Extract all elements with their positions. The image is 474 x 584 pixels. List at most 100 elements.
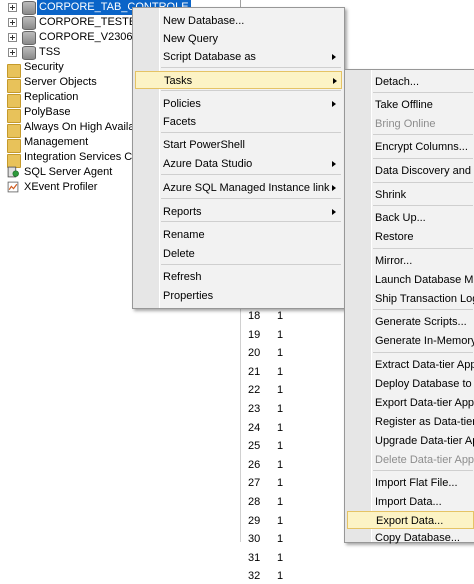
tasks-item-register-as-data-tier-ap[interactable]: Register as Data-tier Ap bbox=[347, 413, 474, 431]
row-number: 23 bbox=[248, 403, 261, 415]
menu-item-policies[interactable]: Policies bbox=[135, 95, 342, 113]
tree-item-label: SQL Server Agent bbox=[24, 166, 113, 178]
xevent-profiler-icon bbox=[7, 181, 19, 193]
database-context-menu: New Database... New Query Script Database … bbox=[132, 7, 345, 309]
menu-item-azure-sql-managed-instance-link[interactable]: Azure SQL Managed Instance link bbox=[135, 179, 342, 197]
table-row[interactable]: 29 1 bbox=[241, 513, 361, 529]
table-row[interactable]: 28 1 bbox=[241, 494, 361, 510]
cell-value: 1 bbox=[277, 458, 284, 471]
table-row[interactable]: 26 1 bbox=[241, 457, 361, 473]
table-row[interactable]: 19 1 bbox=[241, 327, 361, 343]
tasks-item-take-offline[interactable]: Take Offline bbox=[347, 96, 474, 114]
cell-value: 1 bbox=[277, 310, 284, 322]
tasks-item-encrypt-columns[interactable]: Encrypt Columns... bbox=[347, 138, 474, 156]
table-row[interactable]: 31 1 bbox=[241, 550, 361, 566]
row-number: 21 bbox=[248, 365, 261, 378]
cell-value: 1 bbox=[277, 551, 284, 564]
cell-value: 1 bbox=[277, 533, 284, 546]
menu-separator bbox=[373, 309, 473, 310]
menu-item-reports[interactable]: Reports bbox=[135, 203, 342, 221]
table-row[interactable]: 20 1 bbox=[241, 345, 361, 361]
menu-separator bbox=[373, 248, 473, 249]
tasks-item-export-data-tier-applic[interactable]: Export Data-tier Applic bbox=[347, 394, 474, 412]
table-row[interactable]: 22 1 bbox=[241, 382, 361, 398]
menu-separator bbox=[161, 90, 341, 91]
tasks-item-generate-scripts[interactable]: Generate Scripts... bbox=[347, 313, 474, 331]
menu-item-label: Generate Scripts... bbox=[375, 316, 467, 328]
menu-item-label: Data Discovery and Cla bbox=[375, 165, 474, 177]
menu-item-label: New Database... bbox=[163, 15, 245, 27]
tasks-item-delete-data-tier-applic: Delete Data-tier Applic bbox=[347, 451, 474, 469]
menu-item-label: Refresh bbox=[163, 271, 202, 283]
menu-item-script-database-as[interactable]: Script Database as bbox=[135, 48, 342, 66]
menu-item-label: Take Offline bbox=[375, 99, 433, 111]
menu-item-properties[interactable]: Properties bbox=[135, 287, 342, 305]
tasks-item-restore[interactable]: Restore bbox=[347, 228, 474, 246]
tasks-item-import-flat-file[interactable]: Import Flat File... bbox=[347, 474, 474, 492]
tasks-item-deploy-database-to-mi[interactable]: Deploy Database to Mi bbox=[347, 375, 474, 393]
menu-item-label: Bring Online bbox=[375, 118, 436, 130]
cell-value: 1 bbox=[277, 514, 284, 527]
tasks-item-data-discovery-and-cla[interactable]: Data Discovery and Cla bbox=[347, 162, 474, 180]
cell-value: 1 bbox=[277, 365, 284, 378]
tasks-item-ship-transaction-logs[interactable]: Ship Transaction Logs... bbox=[347, 290, 474, 308]
menu-item-refresh[interactable]: Refresh bbox=[135, 268, 342, 286]
expand-icon[interactable] bbox=[8, 48, 17, 57]
expand-icon[interactable] bbox=[8, 18, 17, 27]
menu-item-rename[interactable]: Rename bbox=[135, 226, 342, 244]
tree-item-label: XEvent Profiler bbox=[24, 181, 98, 193]
tasks-item-import-data[interactable]: Import Data... bbox=[347, 493, 474, 511]
menu-separator bbox=[373, 352, 473, 353]
expand-icon[interactable] bbox=[8, 33, 17, 42]
menu-item-label: Generate In-Memory O bbox=[375, 335, 474, 347]
table-row[interactable]: 18 1 bbox=[241, 308, 361, 324]
menu-item-new-database[interactable]: New Database... bbox=[135, 12, 342, 30]
table-row[interactable]: 32 1 bbox=[241, 568, 361, 584]
tasks-item-upgrade-data-tier-appl[interactable]: Upgrade Data-tier Appl bbox=[347, 432, 474, 450]
row-number: 20 bbox=[248, 347, 261, 360]
menu-item-facets[interactable]: Facets bbox=[135, 113, 342, 131]
menu-separator bbox=[161, 221, 341, 222]
tasks-item-launch-database-mirro[interactable]: Launch Database Mirro bbox=[347, 271, 474, 289]
table-row[interactable]: 21 1 bbox=[241, 364, 361, 380]
menu-separator bbox=[161, 264, 341, 265]
tasks-item-shrink[interactable]: Shrink bbox=[347, 186, 474, 204]
menu-item-delete[interactable]: Delete bbox=[135, 245, 342, 263]
submenu-arrow-icon bbox=[332, 161, 336, 167]
menu-item-new-query[interactable]: New Query bbox=[135, 30, 342, 48]
menu-item-label: Back Up... bbox=[375, 212, 426, 224]
menu-item-label: Azure SQL Managed Instance link bbox=[163, 182, 330, 194]
table-row[interactable]: 25 1 bbox=[241, 438, 361, 454]
row-number: 24 bbox=[248, 421, 261, 434]
menu-separator bbox=[373, 205, 473, 206]
menu-item-start-powershell[interactable]: Start PowerShell bbox=[135, 136, 342, 154]
tree-item-label: Management bbox=[24, 136, 89, 148]
menu-separator bbox=[373, 182, 473, 183]
menu-item-label: Rename bbox=[163, 229, 205, 241]
tasks-item-mirror[interactable]: Mirror... bbox=[347, 252, 474, 270]
results-grid: 18 1 19 1 20 1 21 1 22 1 23 1 24 1 25 1 26 1 27 1 28 1 29 1 30 1 3… bbox=[240, 270, 361, 582]
table-row[interactable]: 24 1 bbox=[241, 420, 361, 436]
tasks-item-copy-database[interactable]: Copy Database... bbox=[347, 529, 474, 547]
database-icon bbox=[22, 1, 36, 15]
submenu-arrow-icon bbox=[332, 209, 336, 215]
tasks-item-export-data[interactable]: Export Data... bbox=[347, 511, 474, 529]
menu-item-label: New Query bbox=[163, 33, 219, 45]
tasks-item-back-up[interactable]: Back Up... bbox=[347, 209, 474, 227]
sql-agent-icon bbox=[7, 166, 19, 178]
table-row[interactable]: 30 1 bbox=[241, 531, 361, 547]
row-number: 31 bbox=[248, 551, 261, 564]
tasks-item-detach[interactable]: Detach... bbox=[347, 73, 474, 91]
tasks-item-extract-data-tier-applic[interactable]: Extract Data-tier Applic bbox=[347, 356, 474, 374]
table-row[interactable]: 23 1 bbox=[241, 401, 361, 417]
menu-item-label: Restore bbox=[375, 231, 414, 243]
expand-icon[interactable] bbox=[8, 3, 17, 12]
menu-item-tasks[interactable]: Tasks bbox=[135, 71, 342, 89]
table-row[interactable]: 27 1 bbox=[241, 475, 361, 491]
tasks-item-generate-in-memory-o[interactable]: Generate In-Memory O bbox=[347, 332, 474, 350]
menu-item-label: Mirror... bbox=[375, 255, 413, 267]
row-number: 19 bbox=[248, 328, 261, 341]
row-number: 25 bbox=[248, 440, 261, 453]
row-number: 22 bbox=[248, 384, 261, 397]
menu-item-azure-data-studio[interactable]: Azure Data Studio bbox=[135, 155, 342, 173]
